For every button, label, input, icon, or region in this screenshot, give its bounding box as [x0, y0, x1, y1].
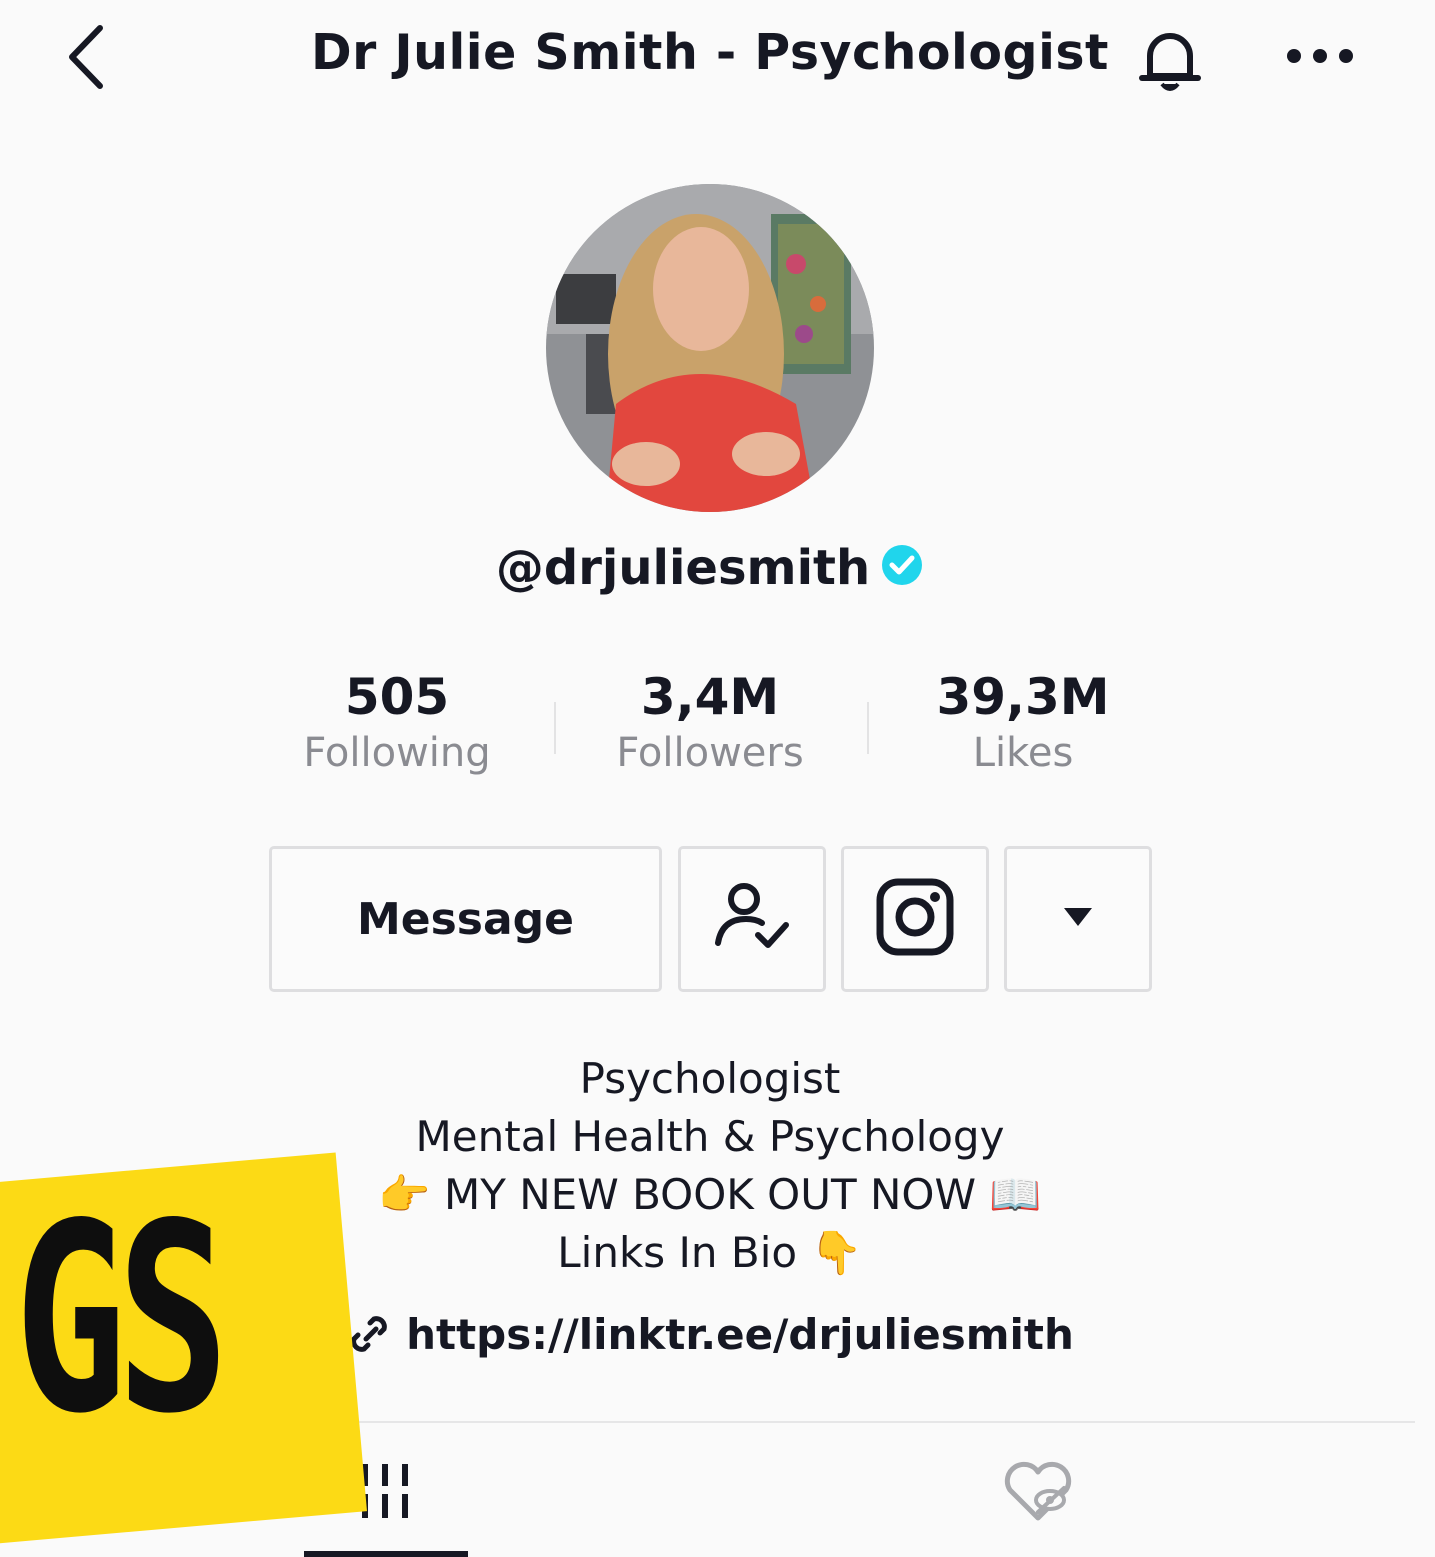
profile-page: Dr Julie Smith - Psychologist @drjuliesm…	[0, 0, 1435, 1557]
instagram-icon	[876, 878, 954, 960]
following-button[interactable]	[678, 846, 826, 992]
user-check-icon	[712, 879, 792, 959]
stat-followers[interactable]: 3,4M Followers	[560, 668, 860, 776]
bell-icon[interactable]	[1134, 26, 1206, 96]
chevron-left-icon[interactable]	[60, 22, 116, 92]
stat-value: 505	[344, 668, 450, 726]
caret-down-icon	[1062, 906, 1094, 932]
stat-value: 3,4M	[640, 668, 780, 726]
bio-line: 👉 MY NEW BOOK OUT NOW 📖	[378, 1170, 1042, 1219]
bio-link-text: https://linktr.ee/drjuliesmith	[406, 1310, 1074, 1359]
liked-hidden-icon[interactable]	[1000, 1460, 1076, 1524]
more-dots-icon[interactable]	[1282, 34, 1358, 78]
stat-likes[interactable]: 39,3M Likes	[873, 668, 1173, 776]
page-title: Dr Julie Smith - Psychologist	[311, 24, 1109, 81]
more-options-dropdown[interactable]	[1004, 846, 1152, 992]
stat-divider	[554, 702, 556, 754]
stat-label: Followers	[616, 730, 804, 776]
bio-line: Psychologist	[579, 1054, 841, 1103]
top-bar: Dr Julie Smith - Psychologist	[0, 0, 1435, 115]
verified-badge-icon	[880, 543, 924, 587]
stat-label: Following	[303, 730, 491, 776]
stat-divider	[867, 702, 869, 754]
bio-link[interactable]: https://linktr.ee/drjuliesmith	[260, 1310, 1160, 1361]
stat-following[interactable]: 505 Following	[247, 668, 547, 776]
avatar[interactable]	[546, 184, 874, 512]
link-icon	[346, 1311, 392, 1357]
stat-value: 39,3M	[936, 668, 1110, 726]
bio-line: Links In Bio 👇	[557, 1228, 863, 1277]
bio-line: Mental Health & Psychology	[415, 1112, 1005, 1161]
instagram-button[interactable]	[841, 846, 989, 992]
gs-label: GS	[14, 1169, 229, 1471]
username: @drjuliesmith	[495, 540, 871, 596]
stat-label: Likes	[972, 730, 1074, 776]
message-button[interactable]: Message	[269, 846, 662, 992]
bio: Psychologist Mental Health & Psychology …	[260, 1050, 1160, 1282]
username-row: @drjuliesmith	[300, 540, 1120, 596]
active-tab-indicator	[304, 1551, 468, 1557]
